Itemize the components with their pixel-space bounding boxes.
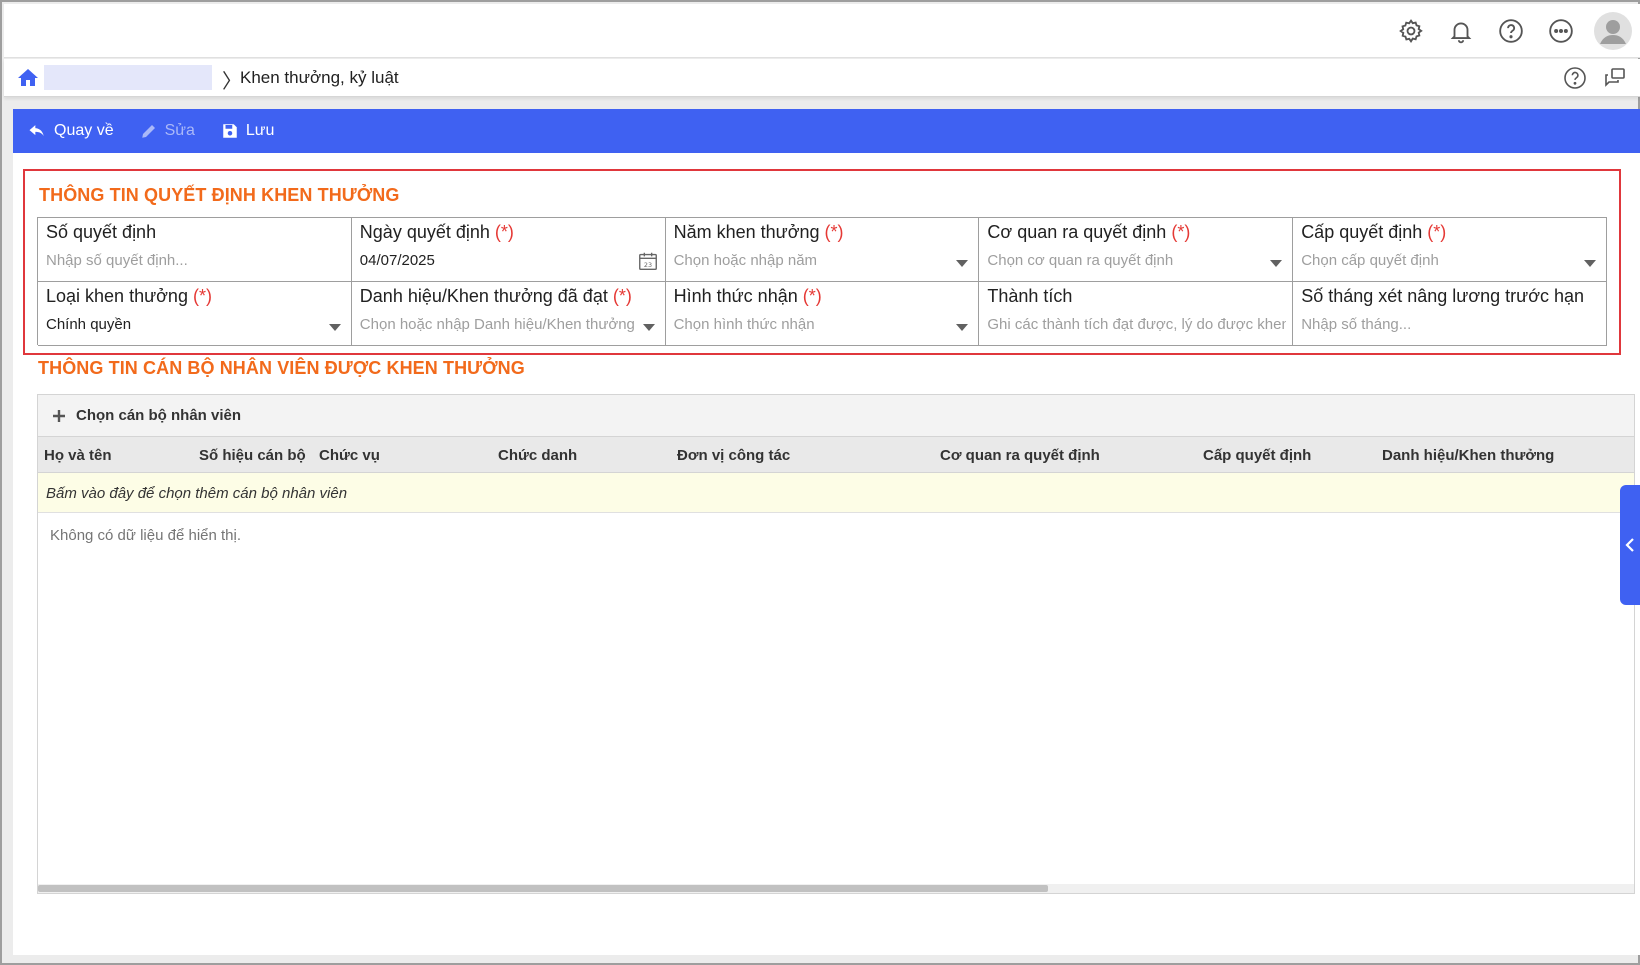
column-header-award-title[interactable]: Danh hiệu/Khen thưởng bbox=[1382, 447, 1554, 464]
required-mark: (*) bbox=[612, 286, 632, 306]
save-button[interactable]: Lưu bbox=[221, 122, 275, 140]
help-circle-icon[interactable] bbox=[1486, 4, 1536, 58]
required-mark: (*) bbox=[1427, 222, 1447, 242]
chevron-down-icon[interactable] bbox=[642, 324, 655, 331]
edit-button-label: Sửa bbox=[164, 122, 195, 139]
field-label: Số tháng xét nâng lương trước hạn bbox=[1301, 286, 1585, 306]
required-mark: (*) bbox=[802, 286, 822, 306]
back-button[interactable]: Quay về bbox=[27, 121, 114, 141]
field-early-raise-months: Số tháng xét nâng lương trước hạn bbox=[1293, 282, 1607, 346]
empty-message: Không có dữ liệu để hiển thị. bbox=[50, 527, 242, 544]
field-label: Số quyết định bbox=[46, 222, 157, 242]
chevron-down-icon[interactable] bbox=[956, 260, 969, 267]
early-raise-months-input[interactable] bbox=[1301, 316, 1576, 333]
field-issuing-agency: Cơ quan ra quyết định (*) bbox=[979, 218, 1294, 282]
field-label: Cấp quyết định (*) bbox=[1301, 222, 1447, 242]
decision-info-section: THÔNG TIN QUYẾT ĐỊNH KHEN THƯỞNG Số quyế… bbox=[23, 169, 1621, 355]
floppy-disk-icon bbox=[223, 124, 237, 138]
help-circle-icon[interactable] bbox=[1560, 64, 1590, 92]
breadcrumb-separator: 〉 bbox=[222, 71, 242, 93]
add-employee-label: Chọn cán bộ nhân viên bbox=[76, 407, 242, 424]
field-label: Hình thức nhận (*) bbox=[673, 286, 822, 306]
field-label: Danh hiệu/Khen thưởng đã đạt (*) bbox=[359, 286, 632, 306]
top-bar bbox=[4, 4, 1640, 58]
chevron-left-icon bbox=[1625, 538, 1634, 552]
field-award-year: Năm khen thưởng (*) bbox=[665, 218, 980, 282]
action-toolbar: Quay về Sửa Lưu bbox=[13, 109, 1640, 153]
back-button-label: Quay về bbox=[54, 122, 114, 139]
more-dots-icon[interactable] bbox=[1536, 4, 1586, 58]
table-header: Họ và tên Số hiệu cán bộ Chức vụ Chức da… bbox=[38, 437, 1634, 473]
avatar-icon[interactable] bbox=[1586, 4, 1640, 58]
receive-form-combo[interactable] bbox=[673, 316, 949, 333]
employee-grid: Chọn cán bộ nhân viên Họ và tên Số hiệu … bbox=[37, 394, 1635, 894]
collapse-panel-tab[interactable] bbox=[1620, 485, 1640, 605]
plus-icon bbox=[53, 409, 65, 422]
decision-date-input[interactable] bbox=[359, 252, 635, 269]
calendar-icon[interactable]: 23 bbox=[637, 250, 659, 277]
column-header-work-unit[interactable]: Đơn vị công tác bbox=[677, 447, 790, 464]
award-year-combo[interactable] bbox=[673, 252, 949, 269]
field-achievement: Thành tích bbox=[979, 282, 1294, 346]
breadcrumb-current: Khen thưởng, kỷ luật bbox=[240, 68, 399, 87]
gear-icon[interactable] bbox=[1386, 4, 1436, 58]
required-mark: (*) bbox=[824, 222, 844, 242]
breadcrumb: 〉 Khen thưởng, kỷ luật bbox=[4, 59, 1640, 97]
column-header-job-title[interactable]: Chức danh bbox=[498, 447, 577, 464]
feedback-chat-icon[interactable] bbox=[1600, 64, 1630, 92]
field-decision-number: Số quyết định bbox=[38, 218, 352, 282]
chevron-down-icon[interactable] bbox=[956, 324, 969, 331]
award-type-combo[interactable] bbox=[46, 316, 321, 333]
edit-button[interactable]: Sửa bbox=[140, 122, 195, 140]
issuing-agency-combo[interactable] bbox=[987, 252, 1263, 269]
undo-arrow-icon bbox=[29, 125, 44, 136]
required-mark: (*) bbox=[1171, 222, 1191, 242]
main-card: Quay về Sửa Lưu THÔNG TIN QUYẾT ĐỊNH KHE… bbox=[13, 109, 1640, 955]
breadcrumb-parent-redacted[interactable] bbox=[44, 65, 212, 90]
required-mark: (*) bbox=[192, 286, 212, 306]
field-award-type: Loại khen thưởng (*) bbox=[38, 282, 352, 346]
chevron-down-icon[interactable] bbox=[328, 324, 341, 331]
employee-section-title: THÔNG TIN CÁN BỘ NHÂN VIÊN ĐƯỢC KHEN THƯ… bbox=[38, 358, 525, 378]
column-header-decision-level[interactable]: Cấp quyết định bbox=[1203, 447, 1311, 464]
horizontal-scrollbar[interactable] bbox=[38, 884, 1634, 893]
field-label: Ngày quyết định (*) bbox=[359, 222, 514, 242]
field-award-title: Danh hiệu/Khen thưởng đã đạt (*) bbox=[351, 282, 666, 346]
decision-section-title: THÔNG TIN QUYẾT ĐỊNH KHEN THƯỞNG bbox=[39, 185, 400, 205]
bell-icon[interactable] bbox=[1436, 4, 1486, 58]
field-decision-date: Ngày quyết định (*) 23 bbox=[351, 218, 666, 282]
field-receive-form: Hình thức nhận (*) bbox=[665, 282, 980, 346]
chevron-down-icon[interactable] bbox=[1270, 260, 1283, 267]
svg-text:23: 23 bbox=[644, 261, 652, 269]
save-button-label: Lưu bbox=[245, 122, 275, 139]
column-header-full-name[interactable]: Họ và tên bbox=[44, 447, 112, 464]
scrollbar-thumb[interactable] bbox=[38, 885, 1048, 892]
decision-number-input[interactable] bbox=[46, 252, 321, 269]
field-decision-level: Cấp quyết định (*) bbox=[1293, 218, 1607, 282]
column-header-issuing-agency[interactable]: Cơ quan ra quyết định bbox=[940, 447, 1100, 464]
column-header-staff-code[interactable]: Số hiệu cán bộ bbox=[199, 447, 306, 464]
column-header-position[interactable]: Chức vụ bbox=[319, 447, 380, 464]
add-employee-button[interactable]: Chọn cán bộ nhân viên bbox=[38, 395, 1634, 437]
chevron-down-icon[interactable] bbox=[1583, 260, 1596, 267]
award-title-combo[interactable] bbox=[359, 316, 635, 333]
field-label: Cơ quan ra quyết định (*) bbox=[987, 222, 1191, 242]
decision-level-combo[interactable] bbox=[1301, 252, 1576, 269]
field-label: Năm khen thưởng (*) bbox=[673, 222, 844, 242]
field-label: Loại khen thưởng (*) bbox=[46, 286, 212, 306]
decision-form-grid: Số quyết định Ngày quyết định (*) 23 Năm… bbox=[37, 217, 1607, 346]
pencil-icon bbox=[141, 125, 155, 138]
required-mark: (*) bbox=[494, 222, 514, 242]
field-label: Thành tích bbox=[987, 286, 1073, 306]
achievement-input[interactable] bbox=[987, 316, 1287, 333]
app-window: 〉 Khen thưởng, kỷ luật Quay về Sửa Lưu T… bbox=[0, 0, 1640, 965]
home-icon[interactable] bbox=[16, 66, 40, 90]
add-employee-row[interactable]: Bấm vào đây để chọn thêm cán bộ nhân viê… bbox=[38, 473, 1634, 513]
